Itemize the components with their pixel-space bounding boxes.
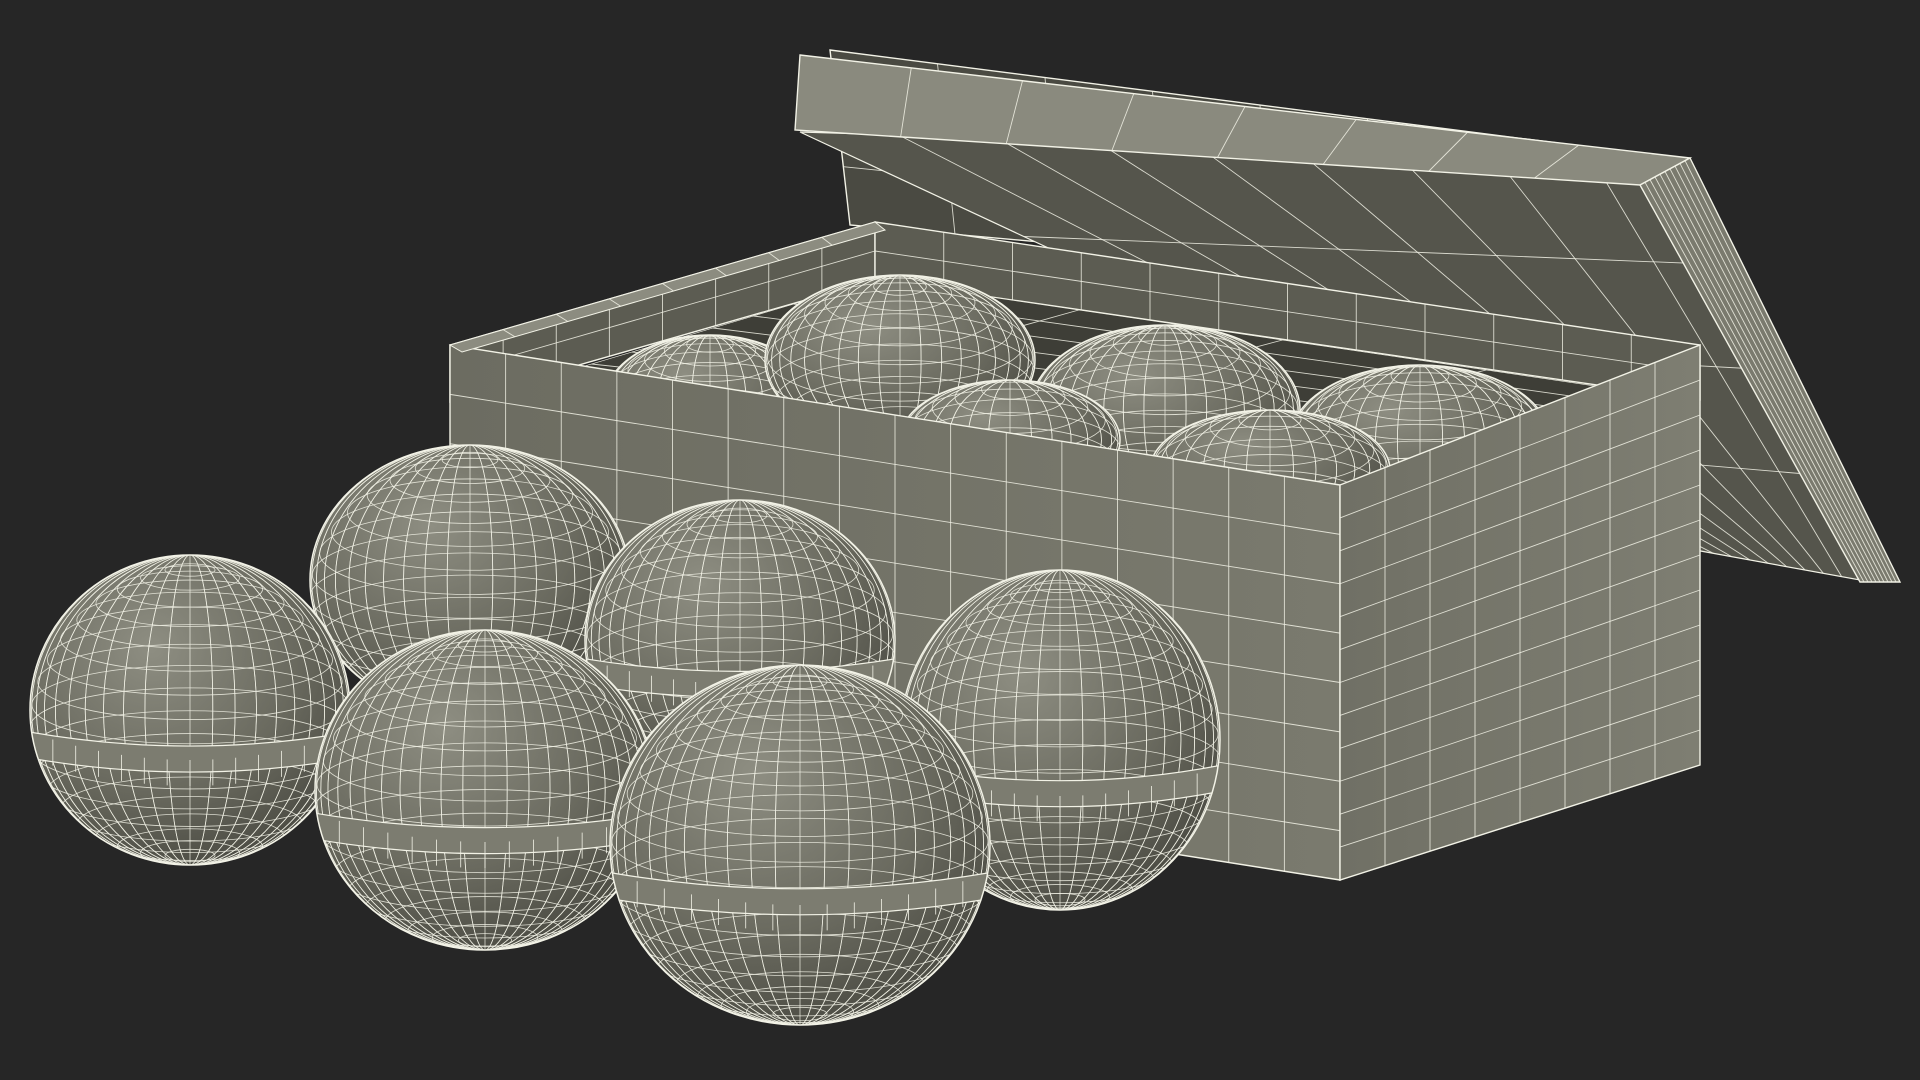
ball-outside-5 <box>314 629 656 951</box>
ball-outside-3 <box>29 554 351 866</box>
ball-outside-6 <box>609 664 991 1026</box>
wireframe-render-scene <box>0 0 1920 1080</box>
